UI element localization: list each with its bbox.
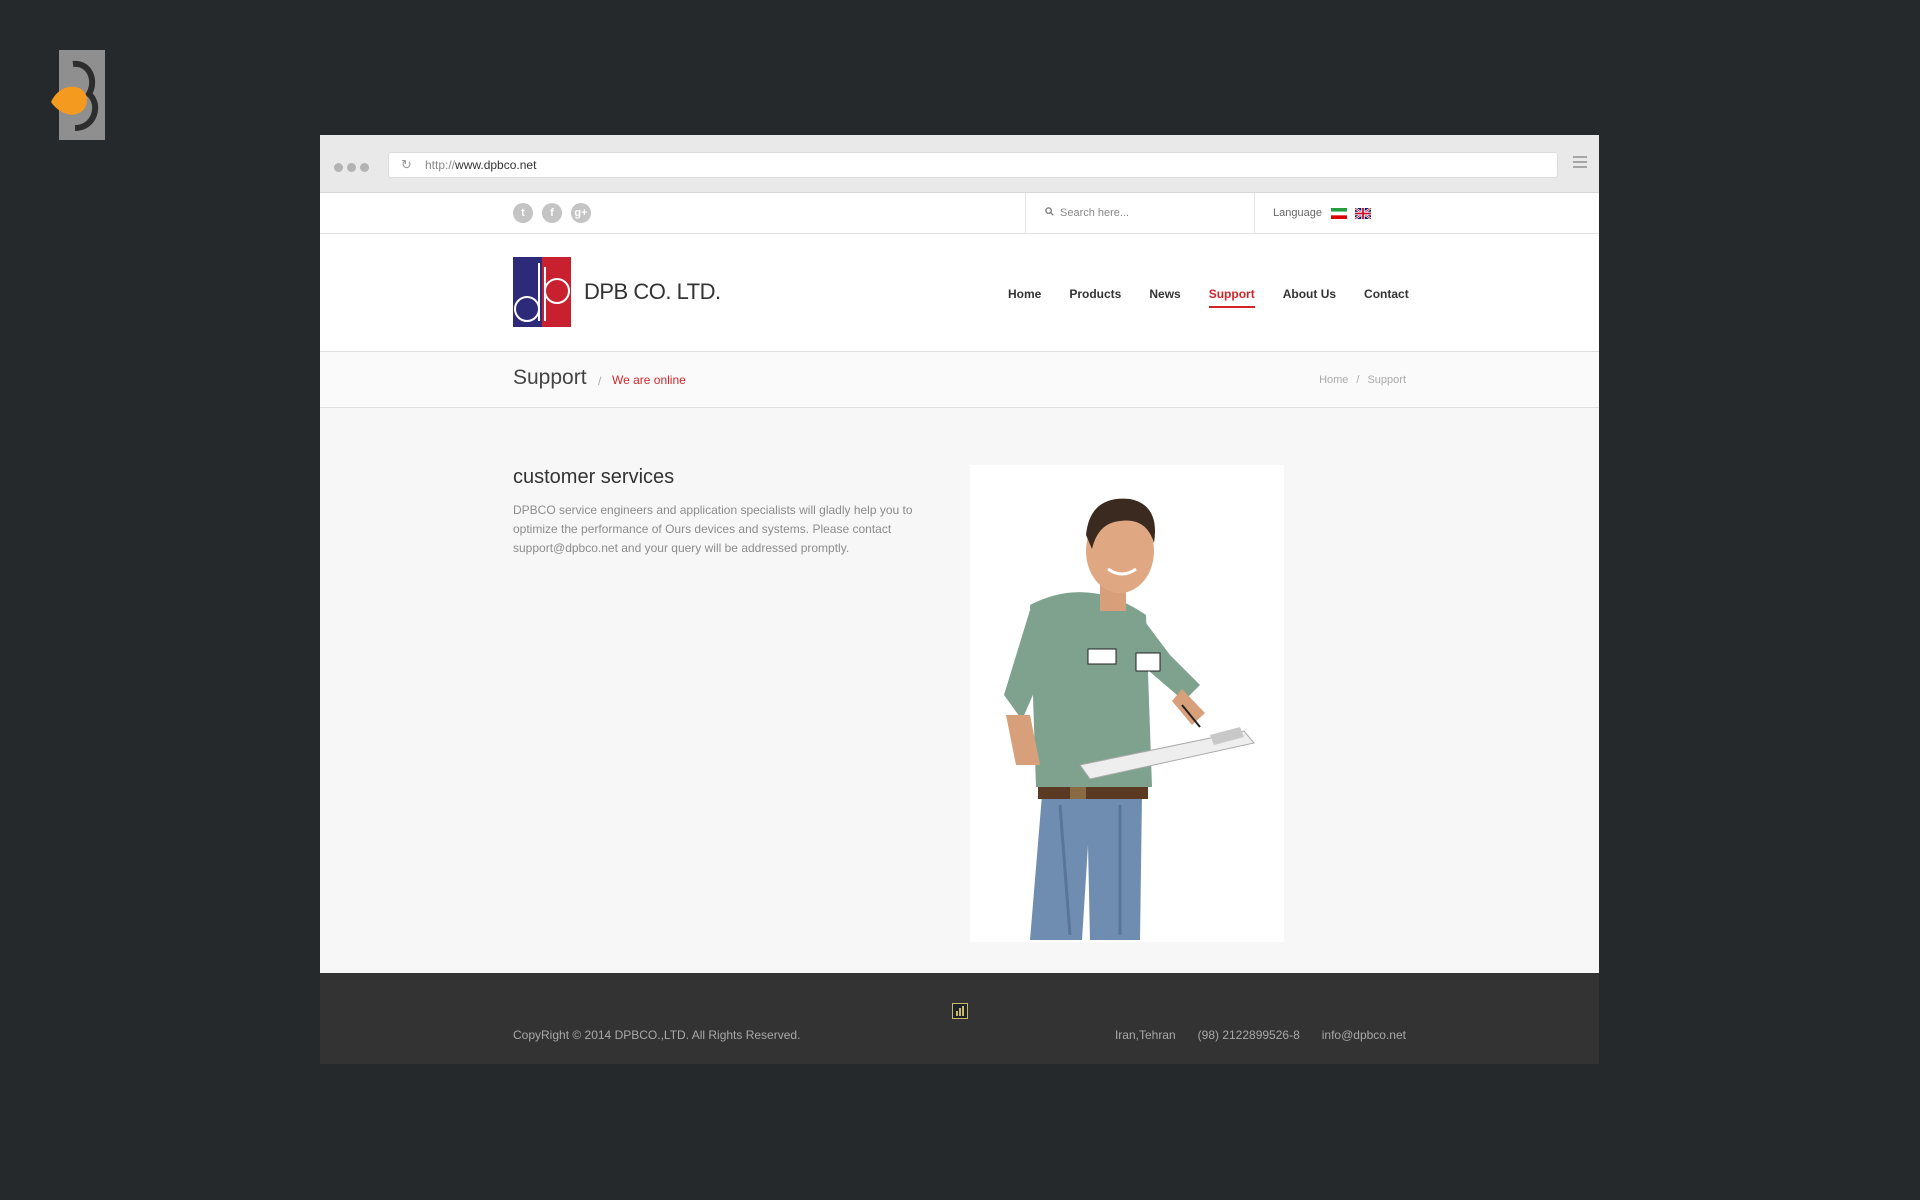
breadcrumb: Home / Support xyxy=(1319,374,1406,386)
stats-icon[interactable] xyxy=(952,1003,968,1019)
language-label: Language xyxy=(1273,207,1322,219)
breadcrumb-current: Support xyxy=(1367,374,1406,386)
browser-window: ↻ http://www.dpbco.net tf g+ Language xyxy=(320,135,1599,1064)
site-footer: CopyRight © 2014 DPBCO.,LTD. All Rights … xyxy=(320,973,1599,1064)
brand-mark-icon xyxy=(51,50,105,140)
title-separator: / xyxy=(598,374,602,388)
support-technician-photo xyxy=(970,465,1284,942)
page-title-bar: Support / We are online Home / Support xyxy=(320,352,1599,408)
main-content: customer services DPBCO service engineer… xyxy=(320,408,1599,961)
window-dot[interactable] xyxy=(360,163,369,172)
search-input[interactable] xyxy=(1060,203,1240,223)
company-logo-icon[interactable] xyxy=(513,257,571,327)
address-url: http://www.dpbco.net xyxy=(425,158,537,172)
google-plus-icon[interactable]: g+ xyxy=(571,203,591,223)
flag-iran-icon[interactable] xyxy=(1331,208,1347,219)
footer-phone: (98) 2122899526-8 xyxy=(1197,1028,1300,1042)
copyright-text: CopyRight © 2014 DPBCO.,LTD. All Rights … xyxy=(513,1028,801,1042)
page-title: Support xyxy=(513,366,587,389)
twitter-icon[interactable]: t xyxy=(513,203,533,223)
search-icon[interactable] xyxy=(1045,207,1054,216)
main-navigation: Home Products News Support About Us Contact xyxy=(1008,285,1409,308)
nav-home[interactable]: Home xyxy=(1008,287,1041,306)
window-dot[interactable] xyxy=(347,163,356,172)
breadcrumb-home[interactable]: Home xyxy=(1319,374,1348,386)
nav-news[interactable]: News xyxy=(1149,287,1180,306)
company-name: DPB CO. LTD. xyxy=(584,279,721,304)
section-heading: customer services xyxy=(513,466,675,488)
reload-icon[interactable]: ↻ xyxy=(401,153,412,177)
footer-email[interactable]: info@dpbco.net xyxy=(1322,1028,1406,1042)
flag-uk-icon[interactable] xyxy=(1355,208,1371,219)
nav-support[interactable]: Support xyxy=(1208,287,1255,308)
section-paragraph: DPBCO service engineers and application … xyxy=(513,503,913,555)
breadcrumb-separator: / xyxy=(1356,374,1360,386)
window-controls[interactable] xyxy=(334,159,373,177)
window-dot[interactable] xyxy=(334,163,343,172)
footer-contacts: Iran,Tehran (98) 2122899526-8 info@dpbco.n… xyxy=(1093,1028,1406,1042)
social-links: t f g+ xyxy=(513,203,600,223)
browser-toolbar: ↻ http://www.dpbco.net xyxy=(320,135,1599,193)
hamburger-menu-icon[interactable] xyxy=(1573,156,1587,171)
address-bar[interactable]: ↻ http://www.dpbco.net xyxy=(388,152,1558,178)
page-subtitle: We are online xyxy=(612,373,686,387)
nav-products[interactable]: Products xyxy=(1069,287,1121,306)
site-header: DPB CO. LTD. Home Products News Support Abou… xyxy=(320,234,1599,352)
nav-contact[interactable]: Contact xyxy=(1364,287,1409,306)
search-box xyxy=(1025,193,1255,233)
facebook-icon[interactable]: f xyxy=(542,203,562,223)
footer-location: Iran,Tehran xyxy=(1114,1028,1176,1042)
nav-about-us[interactable]: About Us xyxy=(1283,287,1336,306)
top-bar: tf g+ Language xyxy=(320,193,1599,234)
